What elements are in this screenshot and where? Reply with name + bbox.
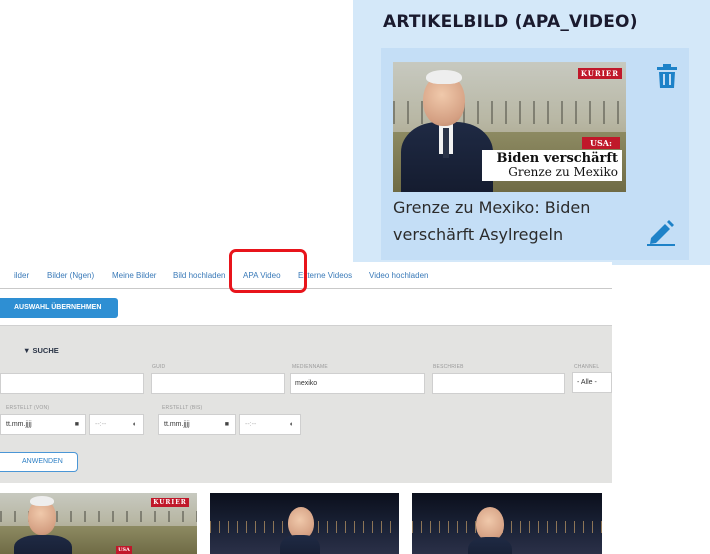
thumbnail-headline-line1: Biden verschärft xyxy=(496,151,619,166)
speaker-body xyxy=(280,535,320,554)
erstellt-von-label: ERSTELLT (VON) xyxy=(6,405,50,411)
tab-apa-video[interactable]: APA Video xyxy=(243,271,281,280)
clock-icon[interactable]: ◐ xyxy=(290,415,294,434)
time-placeholder: --:-- xyxy=(245,421,257,428)
erstellt-bis-label: ERSTELLT (BIS) xyxy=(162,405,203,411)
speaker-body xyxy=(468,537,512,554)
kurier-logo: KURIER xyxy=(578,68,622,79)
beschrieb-input[interactable] xyxy=(432,373,565,394)
erstellt-von-time-input[interactable]: --:-- ◐ xyxy=(89,414,144,435)
thumbnail-label: USA: xyxy=(582,137,620,149)
thumbnail-headline-line2: Grenze zu Mexiko xyxy=(508,164,618,179)
speaker-tie xyxy=(443,128,449,158)
medienname-label: MEDIENNAME xyxy=(292,364,328,370)
speaker-head xyxy=(476,507,504,541)
time-placeholder: --:-- xyxy=(95,421,107,428)
calendar-icon[interactable]: ■ xyxy=(75,415,79,434)
tab-bilder[interactable]: ilder xyxy=(14,271,29,280)
result-thumbnail[interactable] xyxy=(412,493,602,554)
calendar-icon[interactable]: ■ xyxy=(225,415,229,434)
media-tabs: ilder Bilder (Ngen) Meine Bilder Bild ho… xyxy=(0,262,612,289)
article-video-thumbnail[interactable]: KURIER USA: Biden verschärft Grenze zu M… xyxy=(393,62,626,192)
date-placeholder: tt.mm.jjjj xyxy=(6,421,32,428)
speaker-hair xyxy=(30,496,54,506)
guid-label: GUID xyxy=(152,364,166,370)
beschrieb-label: BESCHRIEB xyxy=(433,364,464,370)
anwenden-button[interactable]: ANWENDEN xyxy=(0,452,78,472)
tab-externe-videos[interactable]: Externe Videos xyxy=(298,271,352,280)
article-image-card: KURIER USA: Biden verschärft Grenze zu M… xyxy=(381,48,689,260)
medienname-input[interactable]: mexiko xyxy=(290,373,425,394)
thumbnail-headline: Biden verschärft Grenze zu Mexiko xyxy=(482,150,622,181)
erstellt-von-date-input[interactable]: tt.mm.jjjj ■ xyxy=(0,414,86,435)
article-image-panel: ARTIKELBILD (APA_VIDEO) KURIER USA: Bide… xyxy=(353,0,710,265)
tab-bilder-ngen[interactable]: Bilder (Ngen) xyxy=(47,271,94,280)
result-thumbnail[interactable] xyxy=(210,493,399,554)
kurier-logo: KURIER xyxy=(151,498,189,507)
panel-title: ARTIKELBILD (APA_VIDEO) xyxy=(383,12,638,32)
guid-input[interactable] xyxy=(151,373,285,394)
media-browser: ilder Bilder (Ngen) Meine Bilder Bild ho… xyxy=(0,262,612,554)
article-caption: Grenze zu Mexiko: Biden verschärft Asylr… xyxy=(393,198,591,244)
search-toggle[interactable]: ▼ SUCHE xyxy=(23,346,59,355)
tab-bild-hochladen[interactable]: Bild hochladen xyxy=(173,271,225,280)
erstellt-bis-date-input[interactable]: tt.mm.jjjj ■ xyxy=(158,414,236,435)
channel-label: CHANNEL xyxy=(574,364,600,370)
trash-icon[interactable] xyxy=(657,64,677,88)
auswahl-uebernehmen-button[interactable]: AUSWAHL ÜBERNEHMEN xyxy=(0,298,118,318)
tab-video-hochladen[interactable]: Video hochladen xyxy=(369,271,428,280)
tab-meine-bilder[interactable]: Meine Bilder xyxy=(112,271,156,280)
date-placeholder: tt.mm.jjjj xyxy=(164,421,190,428)
speaker-hair xyxy=(426,70,462,84)
speaker xyxy=(280,507,320,554)
result-thumbnail[interactable]: KURIER USA xyxy=(0,493,197,554)
search-panel: ▼ SUCHE GUID MEDIENNAME mexiko BESCHRIEB… xyxy=(0,325,612,483)
channel-select[interactable]: - Alle - xyxy=(572,372,612,393)
erstellt-bis-time-input[interactable]: --:-- ◐ xyxy=(239,414,301,435)
thumbnail-label: USA xyxy=(116,546,132,554)
speaker-body xyxy=(14,535,72,554)
clock-icon[interactable]: ◐ xyxy=(133,415,137,434)
speaker xyxy=(468,507,512,554)
pencil-icon[interactable] xyxy=(647,218,675,246)
search-field-1[interactable] xyxy=(0,373,144,394)
